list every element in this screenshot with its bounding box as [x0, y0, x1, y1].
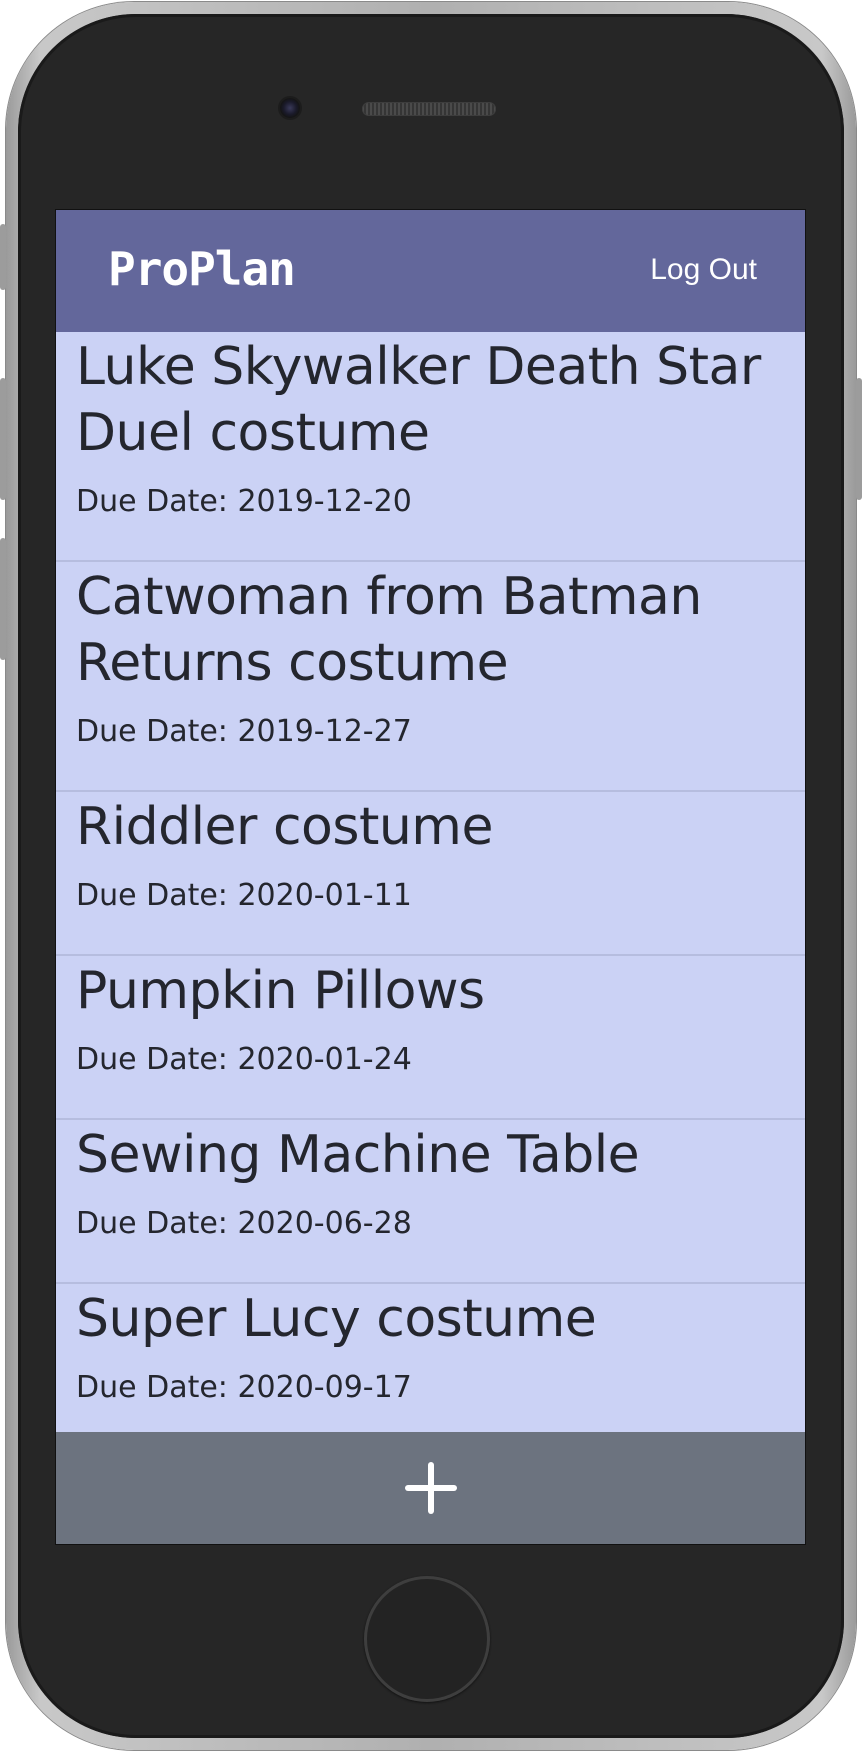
- project-item[interactable]: Luke Skywalker Death Star Duel costume D…: [56, 332, 805, 562]
- project-title: Pumpkin Pillows: [76, 961, 485, 1021]
- project-title: Catwoman from Batman Returns costume: [76, 567, 702, 693]
- project-item[interactable]: Pumpkin Pillows Due Date: 2020-01-24: [56, 956, 805, 1120]
- plus-icon: [404, 1462, 457, 1514]
- project-title: Luke Skywalker Death Star Duel costume: [76, 337, 761, 463]
- front-camera: [280, 98, 300, 118]
- project-item[interactable]: Riddler costume Due Date: 2020-01-11: [56, 792, 805, 956]
- home-button[interactable]: [364, 1576, 490, 1702]
- project-title: Super Lucy costume: [76, 1289, 597, 1349]
- logout-link[interactable]: Log Out: [650, 255, 757, 285]
- mute-switch: [0, 224, 6, 290]
- volume-down-button: [0, 538, 6, 660]
- project-item[interactable]: Catwoman from Batman Returns costume Due…: [56, 562, 805, 792]
- earpiece-speaker: [362, 102, 496, 116]
- project-due-date: Due Date: 2019-12-20: [76, 484, 412, 519]
- project-title: Sewing Machine Table: [76, 1125, 640, 1185]
- project-due-date: Due Date: 2020-01-24: [76, 1042, 412, 1077]
- volume-up-button: [0, 378, 6, 500]
- navbar: ProPlan Log Out: [56, 210, 805, 332]
- brand-logo[interactable]: ProPlan: [108, 246, 296, 292]
- add-project-button[interactable]: [401, 1458, 461, 1518]
- project-due-date: Due Date: 2020-06-28: [76, 1206, 412, 1241]
- project-due-date: Due Date: 2020-09-17: [76, 1370, 412, 1405]
- project-item[interactable]: Super Lucy costume Due Date: 2020-09-17: [56, 1284, 805, 1434]
- project-title: Riddler costume: [76, 797, 493, 857]
- project-due-date: Due Date: 2019-12-27: [76, 714, 412, 749]
- footer-bar: [56, 1432, 805, 1544]
- app-screen: ProPlan Log Out Luke Skywalker Death Sta…: [55, 209, 806, 1545]
- power-button: [856, 378, 862, 500]
- project-item[interactable]: Sewing Machine Table Due Date: 2020-06-2…: [56, 1120, 805, 1284]
- project-list: Luke Skywalker Death Star Duel costume D…: [56, 332, 805, 1434]
- project-due-date: Due Date: 2020-01-11: [76, 878, 412, 913]
